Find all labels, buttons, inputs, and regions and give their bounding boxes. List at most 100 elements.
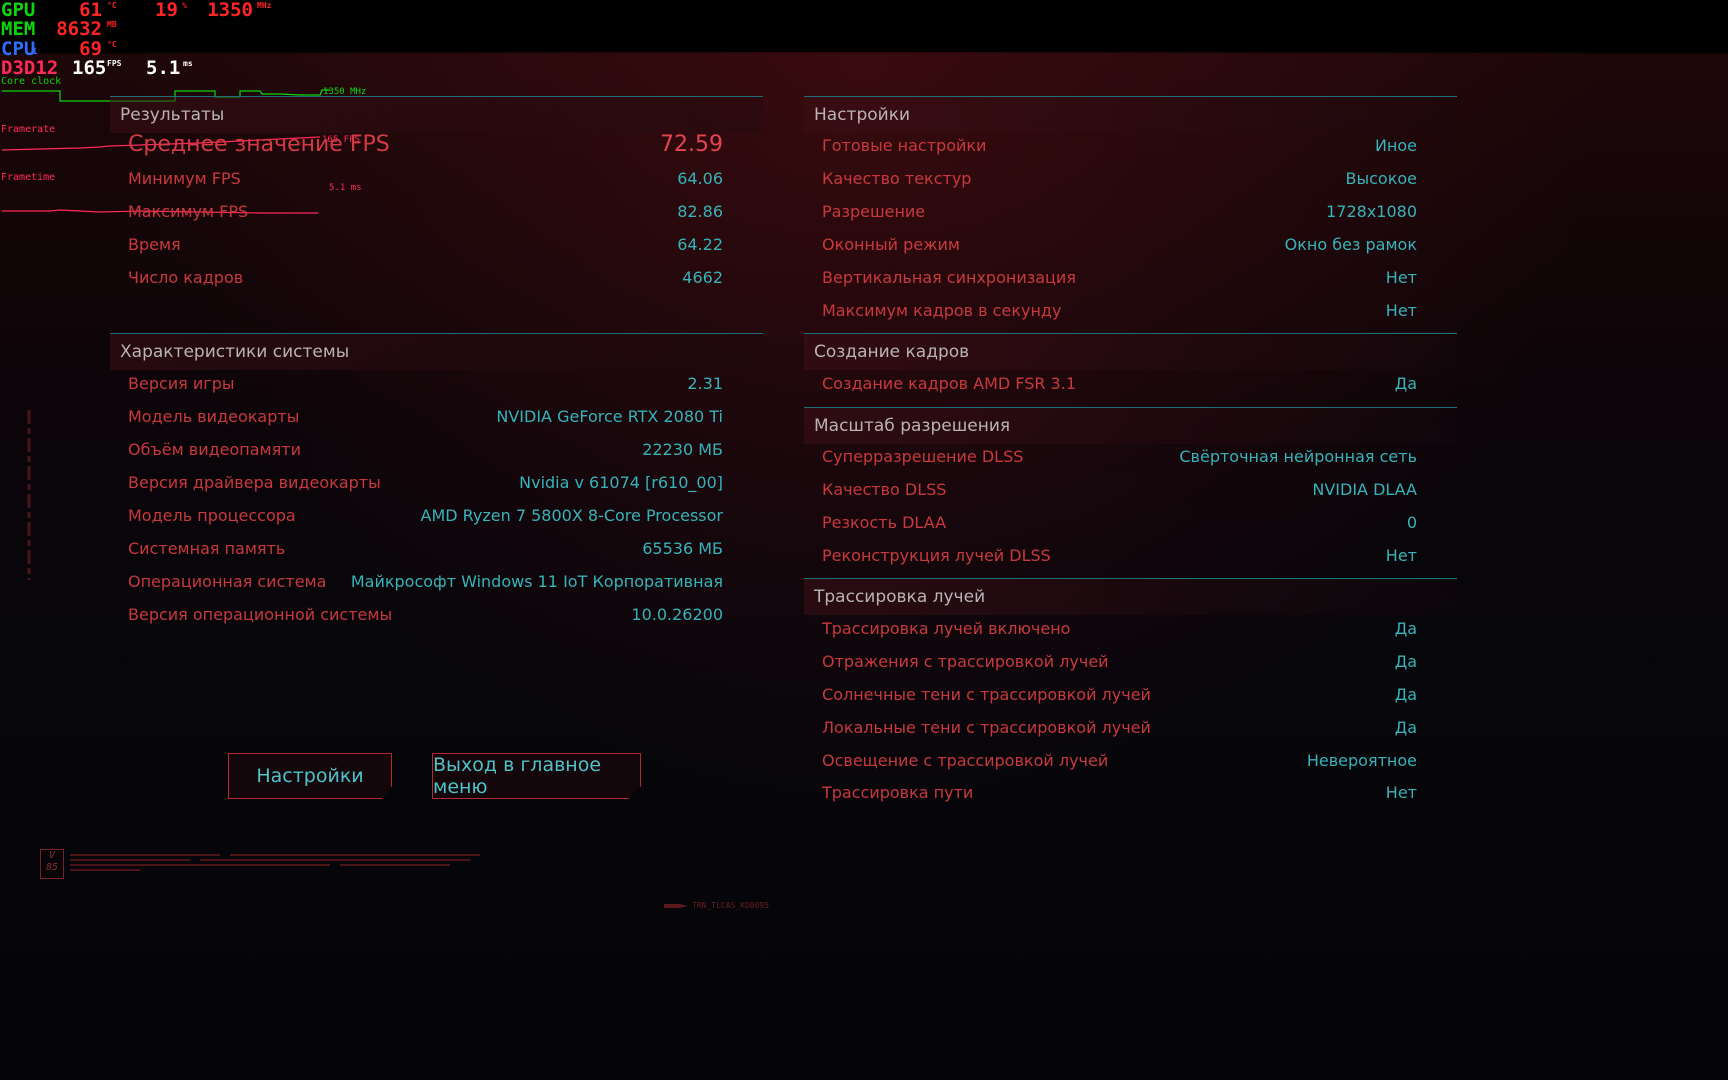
row-value: Невероятное	[1306, 751, 1417, 770]
row-label: Солнечные тени с трассировкой лучей	[822, 685, 1151, 704]
row-label: Системная память	[128, 539, 286, 558]
system-row: Модель процессора AMD Ryzen 7 5800X 8-Co…	[110, 499, 763, 535]
row-value: Да	[1394, 685, 1417, 704]
row-value: 22230 МБ	[642, 440, 723, 459]
row-label: Среднее значение FPS	[128, 132, 390, 157]
row-label: Оконный режим	[822, 235, 960, 254]
row-label: Минимум FPS	[128, 169, 241, 188]
row-value: 65536 МБ	[642, 539, 723, 558]
settings-row: Максимум кадров в секунду Нет	[804, 294, 1457, 330]
row-value: Да	[1394, 619, 1417, 638]
row-label: Создание кадров AMD FSR 3.1	[822, 374, 1076, 393]
raytracing-row: Солнечные тени с трассировкой лучей Да	[804, 678, 1457, 714]
row-value: 4662	[682, 268, 723, 287]
row-label: Локальные тени с трассировкой лучей	[822, 718, 1151, 737]
osd-fps-value: 165	[72, 57, 107, 79]
osd-gpu-clock-unit: MHz	[257, 1, 272, 10]
row-label: Резкость DLAA	[822, 513, 947, 532]
row-value: Нет	[1385, 783, 1417, 802]
row-value: Нет	[1385, 301, 1417, 320]
row-value: 0	[1406, 513, 1417, 532]
raytracing-row: Освещение с трассировкой лучей Невероятн…	[804, 744, 1457, 780]
frame-gen-header: Создание кадров	[804, 333, 1457, 370]
scaling-row: Реконструкция лучей DLSS Нет	[804, 539, 1457, 575]
row-value: 82.86	[677, 202, 723, 221]
settings-header: Настройки	[804, 96, 1457, 133]
benchmark-results-screen: GPU 61 °C 19 % 1350 MHz MEM 8632 MB CPU …	[0, 0, 1728, 1080]
osd-gpu-clock: 1350	[207, 0, 253, 21]
system-row: Модель видеокарты NVIDIA GeForce RTX 208…	[110, 400, 763, 436]
row-value: 1728x1080	[1326, 202, 1417, 221]
row-label: Время	[128, 235, 181, 254]
row-label: Число кадров	[128, 268, 244, 287]
row-value: 64.22	[677, 235, 723, 254]
results-row-max-fps: Максимум FPS 82.86	[110, 195, 763, 231]
row-value: 64.06	[677, 169, 723, 188]
results-row-avg-fps: Среднее значение FPS 72.59	[110, 129, 763, 165]
system-row: Версия драйвера видеокарты Nvidia v 6107…	[110, 466, 763, 502]
scaling-header: Масштаб разрешения	[804, 407, 1457, 444]
row-label: Версия драйвера видеокарты	[128, 473, 381, 492]
row-label: Отражения с трассировкой лучей	[822, 652, 1109, 671]
results-panel: Результаты Среднее значение FPS 72.59 Ми…	[110, 96, 763, 676]
row-label: Модель процессора	[128, 506, 296, 525]
row-label: Качество текстур	[822, 169, 972, 188]
settings-button[interactable]: Настройки	[228, 753, 392, 799]
row-value: AMD Ryzen 7 5800X 8-Core Processor	[420, 506, 724, 525]
row-value: Окно без рамок	[1284, 235, 1417, 254]
osd-ms-unit: ms	[183, 59, 193, 68]
row-label: Максимум FPS	[128, 202, 249, 221]
settings-row: Разрешение 1728x1080	[804, 195, 1457, 231]
system-row: Объём видеопамяти 22230 МБ	[110, 433, 763, 469]
raytracing-row: Отражения с трассировкой лучей Да	[804, 645, 1457, 681]
settings-row: Качество текстур Высокое	[804, 162, 1457, 198]
row-value: Да	[1394, 718, 1417, 737]
row-value: Свёрточная нейронная сеть	[1179, 447, 1417, 466]
results-row-min-fps: Минимум FPS 64.06	[110, 162, 763, 198]
raytracing-title: Трассировка лучей	[814, 587, 986, 607]
system-header: Характеристики системы	[110, 333, 763, 370]
osd-mem-unit: MB	[107, 20, 117, 29]
osd-gpu-load-unit: %	[182, 1, 187, 10]
row-value: Высокое	[1345, 169, 1418, 188]
osd-ms-value: 5.1	[146, 57, 181, 79]
row-label: Разрешение	[822, 202, 926, 221]
results-row-time: Время 64.22	[110, 228, 763, 264]
osd-cpu-temp-unit: °C	[107, 40, 117, 49]
scaling-title: Масштаб разрешения	[814, 416, 1011, 436]
frame-gen-row: Создание кадров AMD FSR 3.1 Да	[804, 367, 1457, 403]
system-title: Характеристики системы	[120, 342, 350, 362]
osd-fps-unit: FPS	[107, 59, 122, 68]
system-row: Версия игры 2.31	[110, 367, 763, 403]
row-value: 72.59	[660, 132, 723, 157]
raytracing-row: Локальные тени с трассировкой лучей Да	[804, 711, 1457, 747]
row-value: Нет	[1385, 546, 1417, 565]
settings-row: Оконный режим Окно без рамок	[804, 228, 1457, 264]
row-label: Версия операционной системы	[128, 605, 393, 624]
row-label: Вертикальная синхронизация	[822, 268, 1076, 287]
row-label: Объём видеопамяти	[128, 440, 301, 459]
row-value: Да	[1394, 374, 1417, 393]
row-label: Освещение с трассировкой лучей	[822, 751, 1109, 770]
v85-logo: V 85	[40, 849, 64, 879]
row-label: Операционная система	[128, 572, 327, 591]
scaling-row: Суперразрешение DLSS Свёрточная нейронна…	[804, 440, 1457, 476]
arrow-marker-icon	[664, 904, 688, 908]
row-value: Nvidia v 61074 [r610_00]	[519, 473, 723, 492]
row-value: 2.31	[687, 374, 723, 393]
raytracing-row: Трассировка пути Нет	[804, 776, 1457, 812]
scaling-row: Качество DLSS NVIDIA DLAA	[804, 473, 1457, 509]
settings-title: Настройки	[814, 105, 911, 125]
settings-row: Вертикальная синхронизация Нет	[804, 261, 1457, 297]
row-label: Суперразрешение DLSS	[822, 447, 1024, 466]
footer-fine-print-decoration	[70, 854, 480, 871]
results-row-frames: Число кадров 4662	[110, 261, 763, 297]
exit-to-main-menu-button[interactable]: Выход в главное меню	[432, 753, 641, 799]
system-row: Версия операционной системы 10.0.26200	[110, 598, 763, 634]
row-value: Майкрософт Windows 11 IoT Корпоративная	[350, 572, 723, 591]
osd-mem-value: 8632	[56, 18, 102, 40]
row-label: Качество DLSS	[822, 480, 947, 499]
scaling-row: Резкость DLAA 0	[804, 506, 1457, 542]
raytracing-row: Трассировка лучей включено Да	[804, 612, 1457, 648]
row-label: Реконструкция лучей DLSS	[822, 546, 1051, 565]
